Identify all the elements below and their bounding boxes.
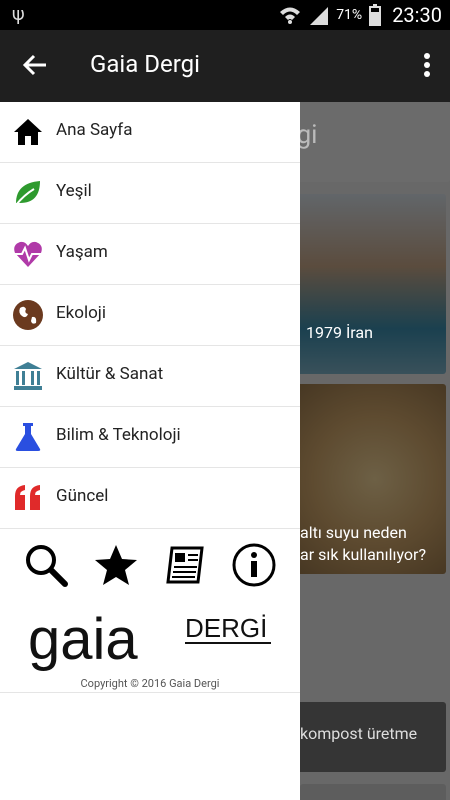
status-bar: ψ 71% 23:30: [0, 0, 450, 30]
drawer-icon-bar: [0, 534, 300, 594]
battery-icon: [369, 4, 382, 26]
nav-item-guncel[interactable]: Güncel: [0, 468, 300, 529]
logo-secondary-text: DERGİ: [185, 613, 267, 643]
app-bar: Gaia Dergi: [0, 30, 450, 102]
copyright-text: Copyright © 2016 Gaia Dergi: [80, 677, 220, 690]
nav-item-bilim-teknoloji[interactable]: Bilim & Teknoloji: [0, 407, 300, 468]
flask-icon: [15, 423, 41, 451]
navigation-drawer: Ana Sayfa Yeşil Yaşam Ekoloji Kültür & S…: [0, 102, 300, 800]
globe-icon: [13, 300, 43, 330]
card-1-caption: 1979 İran: [306, 323, 373, 342]
usb-icon: ψ: [12, 4, 25, 25]
star-icon[interactable]: [93, 542, 139, 588]
museum-icon: [14, 362, 42, 390]
divider: [0, 692, 300, 693]
nav-label: Bilim & Teknoloji: [56, 425, 181, 445]
leaf-icon: [15, 181, 40, 206]
clock: 23:30: [392, 3, 442, 27]
nav-item-kultur-sanat[interactable]: Kültür & Sanat: [0, 346, 300, 407]
nav-item-yesil[interactable]: Yeşil: [0, 163, 300, 224]
nav-label: Ekoloji: [56, 303, 107, 323]
logo-primary-text: gaia: [28, 607, 138, 672]
nav-label: Güncel: [56, 486, 109, 506]
nav-label: Kültür & Sanat: [56, 364, 164, 384]
nav-label: Yaşam: [56, 242, 108, 262]
app-title: Gaia Dergi: [90, 50, 200, 78]
search-icon[interactable]: [23, 542, 69, 588]
info-icon[interactable]: [231, 542, 277, 588]
quote-icon: [15, 485, 40, 510]
back-arrow-icon[interactable]: [20, 50, 50, 80]
nav-label: Ana Sayfa: [56, 120, 133, 140]
newspaper-icon[interactable]: [162, 542, 208, 588]
overflow-menu-icon[interactable]: [422, 52, 432, 78]
home-icon: [14, 119, 42, 145]
nav-item-ana-sayfa[interactable]: Ana Sayfa: [0, 102, 300, 163]
wifi-icon: [280, 7, 301, 24]
nav-item-ekoloji[interactable]: Ekoloji: [0, 285, 300, 346]
battery-percent: 71%: [336, 7, 363, 23]
nav-label: Yeşil: [56, 181, 92, 201]
signal-icon: [310, 7, 329, 25]
card-2-caption-line1: altı suyu neden: [300, 523, 407, 542]
card-2-caption-line2: ar sık kullanılıyor?: [300, 545, 427, 564]
heart-pulse-icon: [14, 241, 42, 267]
gaia-dergi-logo: gaia DERGİ: [28, 607, 271, 672]
nav-item-yasam[interactable]: Yaşam: [0, 224, 300, 285]
card-3-caption: kompost üretme: [300, 724, 418, 743]
